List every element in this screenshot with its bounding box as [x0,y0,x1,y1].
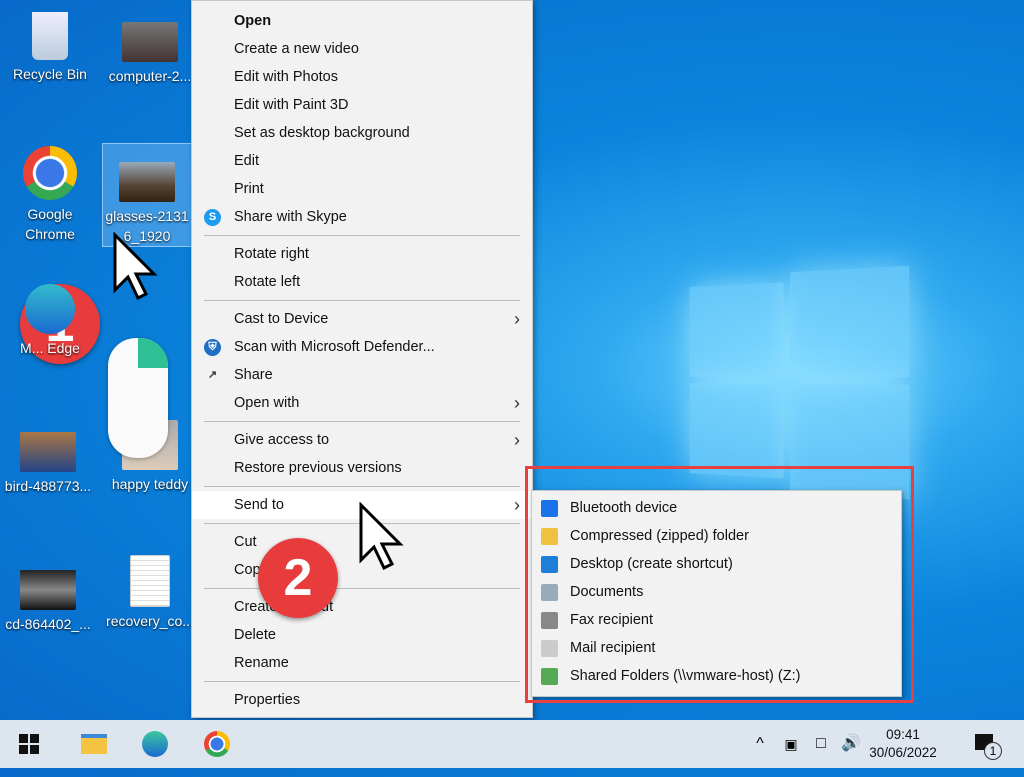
document-icon [130,555,170,607]
mouse-illustration [108,338,168,458]
menu-item-label: Cut [234,534,257,550]
menu-item-label: Edit [234,153,259,169]
clock[interactable]: 09:41 30/06/2022 [866,726,940,762]
desktop-icon-google-chrome[interactable]: Google Chrome [5,146,95,244]
menu-item-rename[interactable]: Rename [192,649,532,677]
menu-item-rotate-right[interactable]: Rotate right [192,240,532,268]
menu-item-label: Rename [234,655,289,671]
defender-shield-icon: ⛨ [204,339,221,356]
menu-item-print[interactable]: Print [192,175,532,203]
menu-item-label: Share with Skype [234,209,347,225]
menu-item-share[interactable]: ↗ Share [192,361,532,389]
menu-item-label: Cast to Device [234,311,329,327]
menu-item-edit-with-photos[interactable]: Edit with Photos [192,63,532,91]
menu-item-label: Open [234,13,272,29]
menu-item-label: Create a new video [234,41,359,57]
image-icon [119,162,175,202]
menu-item-create-a-new-video[interactable]: Create a new video [192,35,532,63]
menu-item-share-with-skype[interactable]: S Share with Skype [192,203,532,231]
image-icon [122,22,178,62]
volume-icon[interactable]: 🔊 [838,720,864,768]
taskbar: ^ ▣ □ 🔊 09:41 30/06/2022 1 [0,720,1024,768]
clock-date: 30/06/2022 [869,745,937,760]
chevron-right-icon: › [514,430,520,450]
menu-item-label: Print [234,181,264,197]
menu-separator [192,584,532,593]
windows-logo-wallpaper [689,255,910,500]
file-explorer-button[interactable] [70,720,118,768]
step-2-badge: 2 [258,538,338,618]
menu-item-label: Delete [234,627,276,643]
submenu-highlight-box [525,466,914,703]
menu-item-delete[interactable]: Delete [192,621,532,649]
menu-item-open-with[interactable]: Open with › [192,389,532,417]
menu-item-restore-previous-versions[interactable]: Restore previous versions [192,454,532,482]
start-button[interactable] [0,720,58,768]
menu-item-label: Open with [234,395,300,411]
skype-icon: S [204,209,221,226]
menu-item-cast-to-device[interactable]: Cast to Device › [192,305,532,333]
menu-item-label: Rotate left [234,274,301,290]
mouse-cursor-icon [359,502,404,571]
network-icon[interactable]: □ [808,720,834,768]
menu-separator [192,417,532,426]
chevron-right-icon: › [514,309,520,329]
menu-separator [192,482,532,491]
clock-time: 09:41 [886,727,920,742]
image-icon [20,570,76,610]
menu-item-properties[interactable]: Properties [192,686,532,714]
menu-item-open[interactable]: Open [192,7,532,35]
show-hidden-icons-chevron-up-icon[interactable]: ^ [748,720,772,768]
context-menu: Open Create a new video Edit with Photos Ed… [191,0,533,718]
menu-item-create-shortcut[interactable]: Create shortcut [192,593,532,621]
menu-item-label: Share [234,367,273,383]
folder-icon [81,734,107,754]
action-center-button[interactable]: 1 [964,720,1004,768]
recycle-bin-icon [32,12,68,60]
camera-icon[interactable]: ▣ [780,720,802,768]
chevron-right-icon: › [514,495,520,515]
menu-item-label: Restore previous versions [234,460,402,476]
menu-item-rotate-left[interactable]: Rotate left [192,268,532,296]
desktop-icon-bird[interactable]: bird-488773... [3,432,93,496]
desktop-icon-recovery[interactable]: recovery_co... [105,555,195,631]
mouse-cursor-icon [113,232,158,301]
share-icon: ↗ [207,369,218,381]
notification-count: 1 [984,742,1002,760]
edge-label: M... Edge [20,340,80,356]
chrome-icon [204,731,230,757]
menu-item-label: Properties [234,692,301,708]
windows-start-icon [19,734,39,754]
menu-item-scan-with-microsoft-defender[interactable]: ⛨ Scan with Microsoft Defender... [192,333,532,361]
menu-item-label: Set as desktop background [234,125,410,141]
menu-item-label: Edit with Photos [234,69,338,85]
chrome-icon [23,146,77,200]
menu-item-label: Scan with Microsoft Defender... [234,339,435,355]
chrome-taskbar-button[interactable] [193,720,241,768]
right-button-highlight [138,338,168,368]
menu-item-edit-with-paint-3d[interactable]: Edit with Paint 3D [192,91,532,119]
menu-separator [192,231,532,240]
menu-separator [192,296,532,305]
menu-item-label: Give access to [234,432,330,448]
menu-item-label: Rotate right [234,246,309,262]
menu-item-label: Edit with Paint 3D [234,97,349,113]
edge-icon [142,731,168,757]
menu-item-label: Send to [234,497,284,513]
desktop-icon-cd[interactable]: cd-864402_... [3,570,93,634]
menu-item-give-access-to[interactable]: Give access to › [192,426,532,454]
menu-separator [192,677,532,686]
chevron-right-icon: › [514,393,520,413]
menu-item-edit[interactable]: Edit [192,147,532,175]
menu-item-set-as-desktop-background[interactable]: Set as desktop background [192,119,532,147]
desktop-icon-recycle-bin[interactable]: Recycle Bin [5,12,95,84]
desktop-icon-edge[interactable]: M... Edge [5,284,95,358]
edge-taskbar-button[interactable] [131,720,179,768]
image-icon [20,432,76,472]
desktop-icon-computer[interactable]: computer-2... [105,22,195,86]
edge-icon [25,284,75,334]
